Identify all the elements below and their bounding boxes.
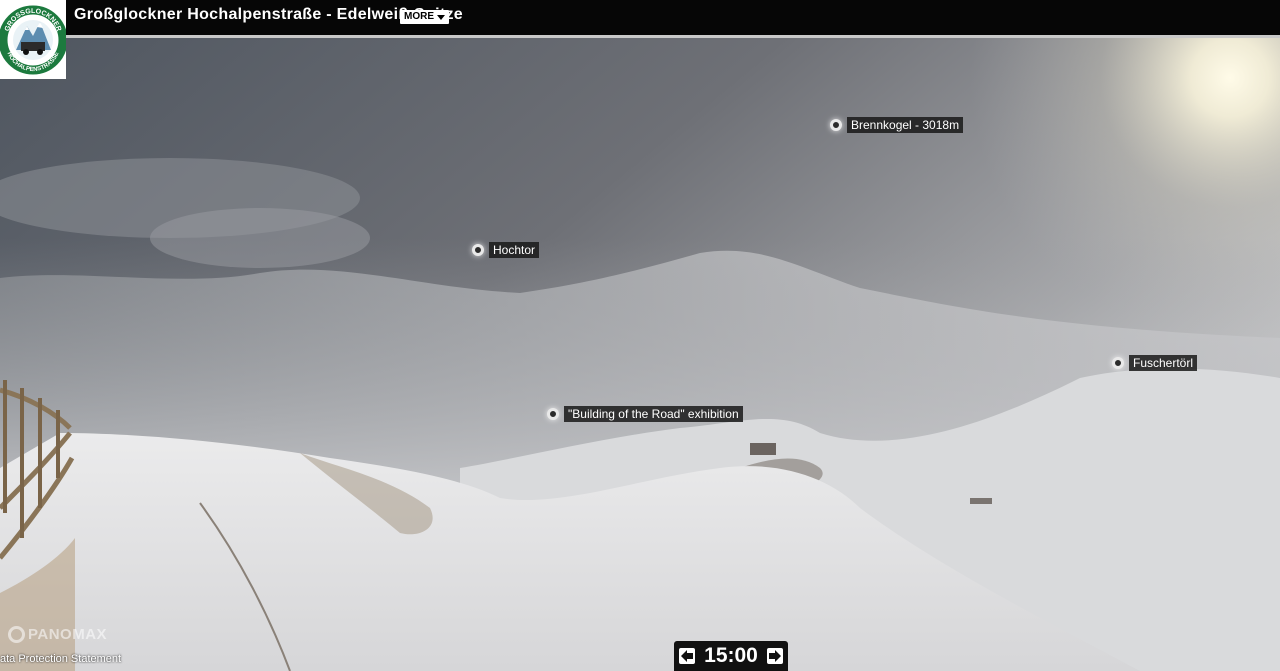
hotspot-label: Brennkogel - 3018m <box>847 117 964 133</box>
arrow-left-icon <box>681 650 693 662</box>
hotspot-label: Fuschertörl <box>1129 355 1198 371</box>
hotspot-fuschertoerl[interactable]: Fuschertörl <box>1112 355 1198 371</box>
hotspot-label: Hochtor <box>489 242 540 258</box>
arrow-right-icon <box>769 650 781 662</box>
privacy-link[interactable]: ata Protection Statement <box>0 653 121 665</box>
panomax-logo[interactable]: PANOMAX <box>8 626 107 643</box>
grossglockner-logo[interactable]: GROSSGLOCKNER HOCHALPENSTRASSE <box>0 0 66 79</box>
hotspot-marker-icon <box>830 119 842 131</box>
panorama-image <box>0 38 1280 671</box>
more-label: MORE <box>404 11 434 22</box>
time-navigator: 15:00 <box>674 641 788 671</box>
top-bar: Großglockner Hochalpenstraße - Edelweiß-… <box>0 0 1280 38</box>
panorama-view[interactable]: Brennkogel - 3018m Hochtor Fuschertörl "… <box>0 38 1280 671</box>
time-display: 15:00 <box>704 644 758 667</box>
hotspot-marker-icon <box>472 244 484 256</box>
chevron-down-icon <box>437 14 445 20</box>
hotspot-marker-icon <box>547 408 559 420</box>
more-button[interactable]: MORE <box>400 10 449 24</box>
previous-time-button[interactable] <box>679 648 695 664</box>
hotspot-label: "Building of the Road" exhibition <box>564 406 743 422</box>
hotspot-hochtor[interactable]: Hochtor <box>472 242 540 258</box>
next-time-button[interactable] <box>767 648 783 664</box>
panomax-icon <box>8 626 25 643</box>
hotspot-marker-icon <box>1112 357 1124 369</box>
hotspot-building-of-the-road[interactable]: "Building of the Road" exhibition <box>547 406 743 422</box>
hotspot-brennkogel[interactable]: Brennkogel - 3018m <box>830 117 964 133</box>
panomax-brand: PANOMAX <box>28 626 108 643</box>
